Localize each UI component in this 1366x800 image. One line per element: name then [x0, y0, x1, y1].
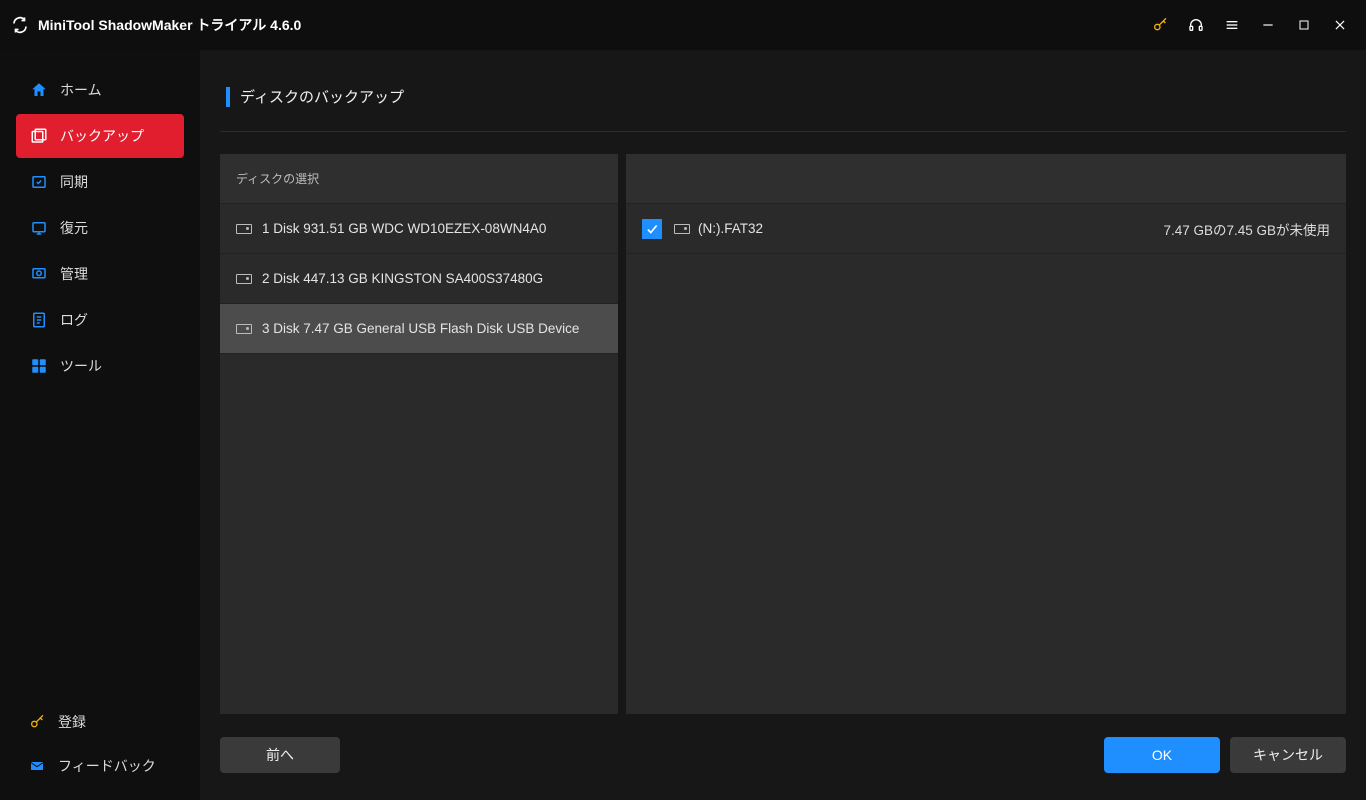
content: ディスクのバックアップ ディスクの選択 1 Disk 931.51 GB WDC… [200, 50, 1366, 800]
disk-row[interactable]: 2 Disk 447.13 GB KINGSTON SA400S37480G [220, 254, 618, 304]
footer: 前へ OK キャンセル [220, 728, 1346, 782]
headphones-icon[interactable] [1188, 17, 1204, 33]
tools-icon [30, 357, 48, 375]
sidebar-bottom-label: フィードバック [58, 756, 156, 776]
sidebar-register[interactable]: 登録 [0, 700, 200, 744]
partition-panel: (N:).FAT32 7.47 GBの7.45 GBが未使用 [626, 154, 1346, 714]
sidebar-item-label: バックアップ [60, 126, 144, 146]
sidebar-feedback[interactable]: フィードバック [0, 744, 200, 788]
drive-icon [236, 274, 252, 284]
sidebar-item-sync[interactable]: 同期 [16, 160, 184, 204]
sidebar-bottom: 登録 フィードバック [0, 700, 200, 800]
minimize-icon[interactable] [1260, 17, 1276, 33]
title-bar: MiniTool ShadowMaker トライアル 4.6.0 [0, 0, 1366, 50]
cancel-button[interactable]: キャンセル [1230, 737, 1346, 773]
disk-label: 3 Disk 7.47 GB General USB Flash Disk US… [262, 321, 579, 336]
sidebar-item-restore[interactable]: 復元 [16, 206, 184, 250]
sidebar-item-label: 同期 [60, 172, 88, 192]
key-icon[interactable] [1152, 17, 1168, 33]
sidebar-item-label: ホーム [60, 80, 102, 100]
disk-label: 2 Disk 447.13 GB KINGSTON SA400S37480G [262, 271, 543, 286]
partition-row[interactable]: (N:).FAT32 7.47 GBの7.45 GBが未使用 [626, 204, 1346, 254]
backup-icon [30, 127, 48, 145]
close-icon[interactable] [1332, 17, 1348, 33]
mail-icon [28, 757, 46, 775]
app-title: MiniTool ShadowMaker トライアル 4.6.0 [38, 15, 301, 35]
accent-bar [226, 87, 230, 107]
sidebar-item-label: ツール [60, 356, 102, 376]
page-title: ディスクのバックアップ [240, 86, 404, 107]
main-area: ホーム バックアップ 同期 復元 [0, 50, 1366, 800]
sidebar: ホーム バックアップ 同期 復元 [0, 50, 200, 800]
sidebar-item-label: 管理 [60, 264, 88, 284]
page-header: ディスクのバックアップ [220, 68, 1346, 132]
sidebar-item-label: 復元 [60, 218, 88, 238]
sidebar-item-label: ログ [60, 310, 88, 330]
panels: ディスクの選択 1 Disk 931.51 GB WDC WD10EZEX-08… [220, 154, 1346, 714]
sidebar-item-log[interactable]: ログ [16, 298, 184, 342]
disk-row[interactable]: 3 Disk 7.47 GB General USB Flash Disk US… [220, 304, 618, 354]
back-button[interactable]: 前へ [220, 737, 340, 773]
partition-label: (N:).FAT32 [698, 221, 763, 236]
nav-list: ホーム バックアップ 同期 復元 [0, 68, 200, 390]
partition-label-group: (N:).FAT32 [674, 221, 763, 236]
key-icon [28, 713, 46, 731]
drive-icon [236, 324, 252, 334]
sidebar-item-tools[interactable]: ツール [16, 344, 184, 388]
home-icon [30, 81, 48, 99]
sync-icon [30, 173, 48, 191]
manage-icon [30, 265, 48, 283]
drive-icon [236, 224, 252, 234]
titlebar-actions [1152, 17, 1356, 33]
disk-select-panel: ディスクの選択 1 Disk 931.51 GB WDC WD10EZEX-08… [220, 154, 618, 714]
disk-label: 1 Disk 931.51 GB WDC WD10EZEX-08WN4A0 [262, 221, 546, 236]
sidebar-item-backup[interactable]: バックアップ [16, 114, 184, 158]
log-icon [30, 311, 48, 329]
disk-row[interactable]: 1 Disk 931.51 GB WDC WD10EZEX-08WN4A0 [220, 204, 618, 254]
sidebar-item-home[interactable]: ホーム [16, 68, 184, 112]
sidebar-item-manage[interactable]: 管理 [16, 252, 184, 296]
maximize-icon[interactable] [1296, 17, 1312, 33]
partition-checkbox[interactable] [642, 219, 662, 239]
menu-icon[interactable] [1224, 17, 1240, 33]
drive-icon [674, 224, 690, 234]
ok-button[interactable]: OK [1104, 737, 1220, 773]
app-logo-icon [10, 15, 30, 35]
title-left: MiniTool ShadowMaker トライアル 4.6.0 [10, 15, 301, 35]
sidebar-bottom-label: 登録 [58, 712, 86, 732]
restore-icon [30, 219, 48, 237]
disk-select-header: ディスクの選択 [220, 154, 618, 204]
partition-header-spacer [626, 154, 1346, 204]
partition-usage: 7.47 GBの7.45 GBが未使用 [1163, 219, 1330, 239]
